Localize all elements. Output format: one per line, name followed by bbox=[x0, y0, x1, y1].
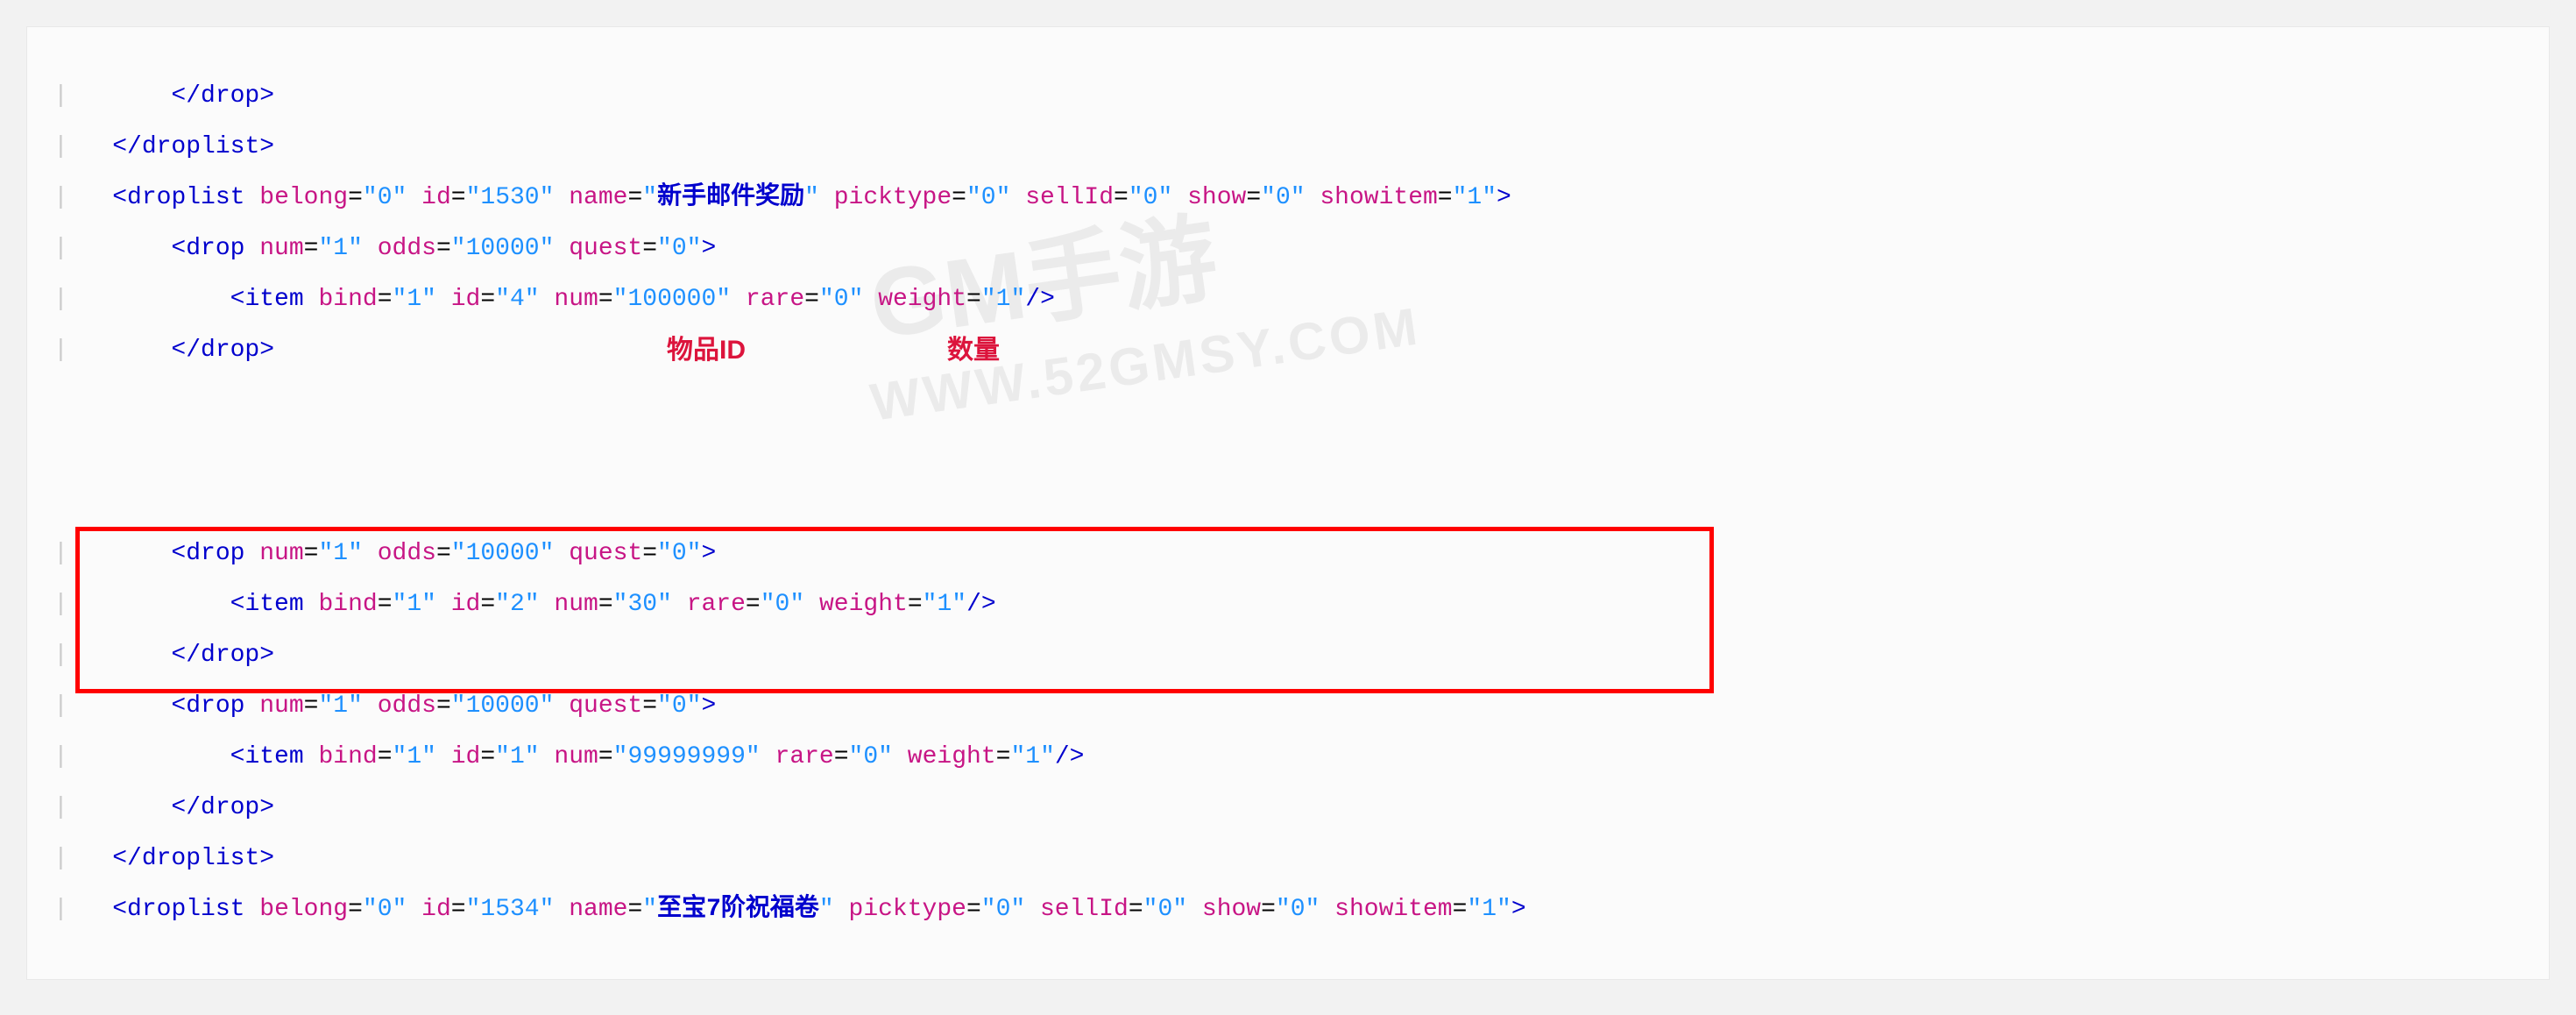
code-line-droplist-close[interactable]: | </droplist> bbox=[53, 834, 2523, 884]
code-line-drop-open[interactable]: | <drop num="1" odds="10000" quest="0"> bbox=[53, 224, 2523, 274]
code-line-item[interactable]: | <item bind="1" id="2" num="30" rare="0… bbox=[53, 579, 2523, 630]
code-line[interactable]: | </drop> bbox=[53, 71, 2523, 122]
code-line-droplist-open[interactable]: | <droplist belong="0" id="1534" name="至… bbox=[53, 884, 2523, 935]
code-line-drop-close[interactable]: | </drop> 物品ID 数量 bbox=[53, 325, 2523, 529]
code-line-drop-open-highlighted[interactable]: | <drop num="1" odds="10000" quest="0"> bbox=[53, 681, 2523, 732]
code-editor-view: GM手游 WWW.52GMSY.COM | </drop> | </dropli… bbox=[26, 26, 2550, 980]
code-line-drop-close-highlighted[interactable]: | </drop> bbox=[53, 783, 2523, 834]
annotation-quantity: 数量 bbox=[947, 325, 1000, 376]
code-line-drop-open[interactable]: | <drop num="1" odds="10000" quest="0"> bbox=[53, 529, 2523, 579]
code-line-drop-close[interactable]: | </drop> bbox=[53, 630, 2523, 681]
annotation-item-id: 物品ID bbox=[667, 325, 746, 376]
code-line-item-highlighted[interactable]: | <item bind="1" id="1" num="99999999" r… bbox=[53, 732, 2523, 783]
code-line-item[interactable]: | <item bind="1" id="4" num="100000" rar… bbox=[53, 274, 2523, 325]
code-line[interactable]: | </droplist> bbox=[53, 122, 2523, 173]
code-line-droplist-open[interactable]: | <droplist belong="0" id="1530" name="新… bbox=[53, 173, 2523, 224]
